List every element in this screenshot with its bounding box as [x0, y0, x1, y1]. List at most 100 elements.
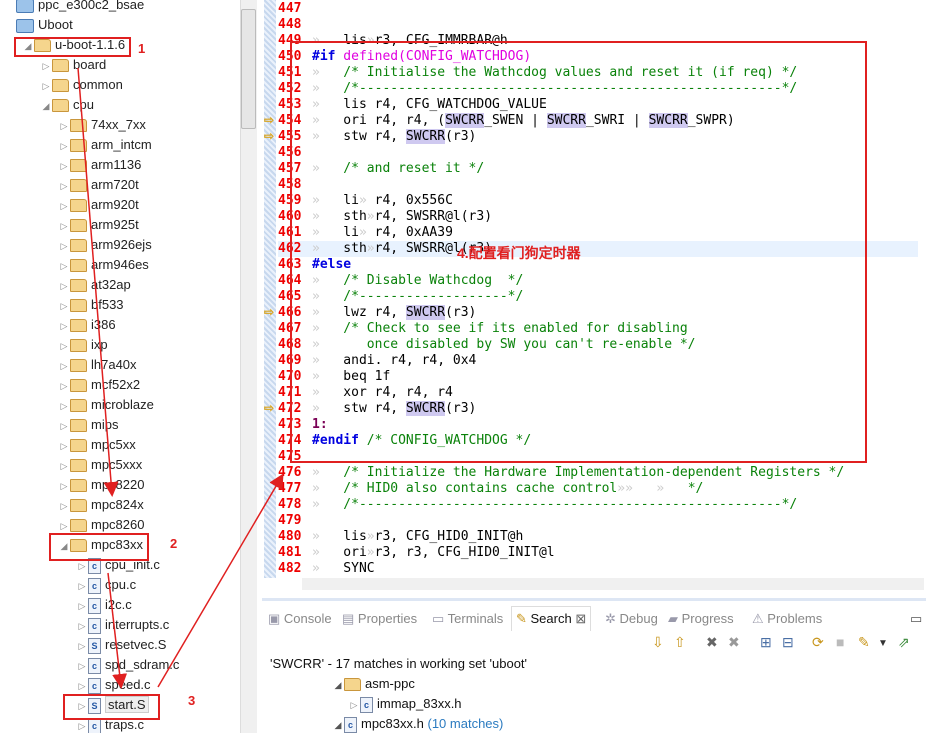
tree-item[interactable]: ▷ common	[40, 75, 123, 95]
tree-item[interactable]: ▷ mpc824x	[58, 495, 144, 515]
collapse-all-icon[interactable]: ⊟	[782, 634, 794, 651]
collapsed-arrow-icon[interactable]: ▷	[58, 136, 70, 156]
tree-item[interactable]: ▷ mcf52x2	[58, 375, 140, 395]
tab-properties[interactable]: ▤ Properties	[342, 609, 417, 629]
code-line[interactable]: 473 1:	[278, 417, 918, 433]
expanded-arrow-icon[interactable]: ◢	[58, 536, 70, 556]
code-line[interactable]: 462» sth»r4, SWSRR@l(r3)	[278, 241, 918, 257]
collapsed-arrow-icon[interactable]: ▷	[76, 616, 88, 636]
tree-item[interactable]: ▷ arm946es	[58, 255, 149, 275]
collapsed-arrow-icon[interactable]: ▷	[76, 556, 88, 576]
code-line[interactable]: 452 » /*---------------------------------…	[278, 81, 918, 97]
collapsed-arrow-icon[interactable]: ▷	[40, 56, 52, 76]
search-result-marker-icon[interactable]: ⇨	[264, 305, 274, 319]
code-line[interactable]: 468 » once disabled by SW you can't re-en…	[278, 337, 918, 353]
tree-item[interactable]: ▷ mips	[58, 415, 118, 435]
search-history-icon[interactable]: ✎	[858, 634, 870, 651]
expand-all-icon[interactable]: ⊞	[760, 634, 772, 651]
tree-item[interactable]: ▷ c cpu.c	[76, 575, 136, 595]
code-line[interactable]: 478 » /*---------------------------------…	[278, 497, 918, 513]
tree-item[interactable]: ▷ mpc5xxx	[58, 455, 142, 475]
collapsed-arrow-icon[interactable]: ▷	[58, 316, 70, 336]
cancel-search-icon[interactable]: ■	[836, 634, 844, 650]
collapsed-arrow-icon[interactable]: ▷	[76, 596, 88, 616]
code-line[interactable]: 461 » li» r4, 0xAA39	[278, 225, 918, 241]
tab-console[interactable]: ▣ Console	[268, 609, 332, 629]
tree-item[interactable]: ▷ c speed.c	[76, 675, 151, 695]
collapsed-arrow-icon[interactable]: ▷	[58, 176, 70, 196]
collapsed-arrow-icon[interactable]: ▷	[76, 656, 88, 676]
tree-item[interactable]: ◢ mpc83xx	[58, 535, 143, 555]
tree-item[interactable]: ▷ arm925t	[58, 215, 139, 235]
code-line[interactable]: 447	[278, 1, 918, 17]
remove-all-matches-icon[interactable]: ✖	[728, 634, 740, 651]
refresh-icon[interactable]: ⟳	[812, 634, 824, 651]
tab-problems[interactable]: ⚠ Problems	[752, 609, 822, 629]
code-line[interactable]: 451 » /* Initialise the Wathcdog values a…	[278, 65, 918, 81]
code-line[interactable]: 471 » xor r4, r4, r4	[278, 385, 918, 401]
code-line[interactable]: 457 » /* and reset it */	[278, 161, 918, 177]
collapsed-arrow-icon[interactable]: ▷	[58, 296, 70, 316]
code-line[interactable]: 481» ori»r3, r3, CFG_HID0_INIT@l	[278, 545, 918, 561]
collapsed-arrow-icon[interactable]: ▷	[58, 396, 70, 416]
search-result-marker-icon[interactable]: ⇨	[264, 401, 274, 415]
code-line[interactable]: 469 » andi. r4, r4, 0x4	[278, 353, 918, 369]
code-line[interactable]: 466 » lwz r4, SWCRR(r3)	[278, 305, 918, 321]
collapsed-arrow-icon[interactable]: ▷	[58, 496, 70, 516]
tree-item[interactable]: ▷ board	[40, 55, 106, 75]
tree-item[interactable]: ▷ arm1136	[58, 155, 141, 175]
collapsed-arrow-icon[interactable]: ▷	[58, 116, 70, 136]
code-line[interactable]: 479	[278, 513, 918, 529]
code-line[interactable]: 458	[278, 177, 918, 193]
tab-progress[interactable]: ▰ Progress	[668, 609, 734, 629]
code-line[interactable]: 482 » SYNC	[278, 561, 918, 577]
code-line[interactable]: 459 » li» r4, 0x556C	[278, 193, 918, 209]
collapsed-arrow-icon[interactable]: ▷	[58, 256, 70, 276]
code-line[interactable]: 477 » /* HID0 also contains cache control…	[278, 481, 918, 497]
expanded-arrow-icon[interactable]: ◢	[40, 96, 52, 116]
collapsed-arrow-icon[interactable]: ▷	[58, 376, 70, 396]
collapsed-arrow-icon[interactable]: ▷	[58, 436, 70, 456]
explorer-scroll-thumb[interactable]	[241, 9, 256, 129]
tree-item[interactable]: ▷ Sstart.S	[76, 695, 149, 715]
collapsed-arrow-icon[interactable]: ▷	[58, 156, 70, 176]
collapsed-arrow-icon[interactable]: ▷	[40, 76, 52, 96]
code-line[interactable]: 455 » stw r4, SWCRR(r3)	[278, 129, 918, 145]
code-line[interactable]: 460» sth»r4, SWSRR@l(r3)	[278, 209, 918, 225]
pin-icon[interactable]: ⇗	[898, 634, 910, 651]
tree-item[interactable]: ▷ bf533	[58, 295, 124, 315]
remove-match-icon[interactable]: ✖	[706, 634, 718, 651]
search-result-marker-icon[interactable]: ⇨	[264, 129, 274, 143]
code-line[interactable]: 480» lis»r3, CFG_HID0_INIT@h	[278, 529, 918, 545]
collapsed-arrow-icon[interactable]: ▷	[58, 456, 70, 476]
tree-item[interactable]: ▷ lh7a40x	[58, 355, 137, 375]
tree-item[interactable]: ▷ i386	[58, 315, 116, 335]
tree-item[interactable]: ◢ u-boot-1.1.6	[22, 35, 125, 55]
collapsed-arrow-icon[interactable]: ▷	[76, 676, 88, 696]
tree-item[interactable]: ▷ c i2c.c	[76, 595, 132, 615]
tab-search[interactable]: ✎ Search ⊠	[511, 606, 592, 631]
collapsed-arrow-icon[interactable]: ▷	[58, 236, 70, 256]
minimize-icon[interactable]: ▭	[910, 609, 922, 629]
tree-item[interactable]: ▷ arm926ejs	[58, 235, 152, 255]
tab-debug[interactable]: ✲ Debug	[605, 609, 658, 629]
tree-item[interactable]: ▷ 74xx_7xx	[58, 115, 146, 135]
tree-item[interactable]: ▷ mpc8220	[58, 475, 144, 495]
code-editor[interactable]: 447 448 449» lis»r3, CFG_IMMRBAR@h 450 #if d…	[262, 0, 926, 590]
collapsed-arrow-icon[interactable]: ▷	[76, 716, 88, 733]
result-mpc83xx[interactable]: ◢ c mpc83xx.h (10 matches)	[332, 716, 503, 733]
tree-item[interactable]: ▷ c cpu_init.c	[76, 555, 160, 575]
tree-item[interactable]: ▷ mpc8260	[58, 515, 144, 535]
tree-item[interactable]: ▷ mpc5xx	[58, 435, 136, 455]
collapsed-arrow-icon[interactable]: ▷	[58, 336, 70, 356]
code-line[interactable]: 467 » /* Check to see if its enabled for …	[278, 321, 918, 337]
tree-item[interactable]: ▷ c traps.c	[76, 715, 144, 733]
tree-item[interactable]: Uboot	[4, 15, 73, 35]
code-line[interactable]: 472 » stw r4, SWCRR(r3)	[278, 401, 918, 417]
tree-item[interactable]: ◢ cpu	[40, 95, 94, 115]
result-asm-ppc[interactable]: ◢ asm-ppc	[332, 676, 415, 692]
tree-item[interactable]: ▷ c interrupts.c	[76, 615, 169, 635]
collapsed-arrow-icon[interactable]: ▷	[76, 696, 88, 716]
previous-match-icon[interactable]: ⇧	[674, 634, 686, 651]
tree-item[interactable]: ▷ arm920t	[58, 195, 139, 215]
